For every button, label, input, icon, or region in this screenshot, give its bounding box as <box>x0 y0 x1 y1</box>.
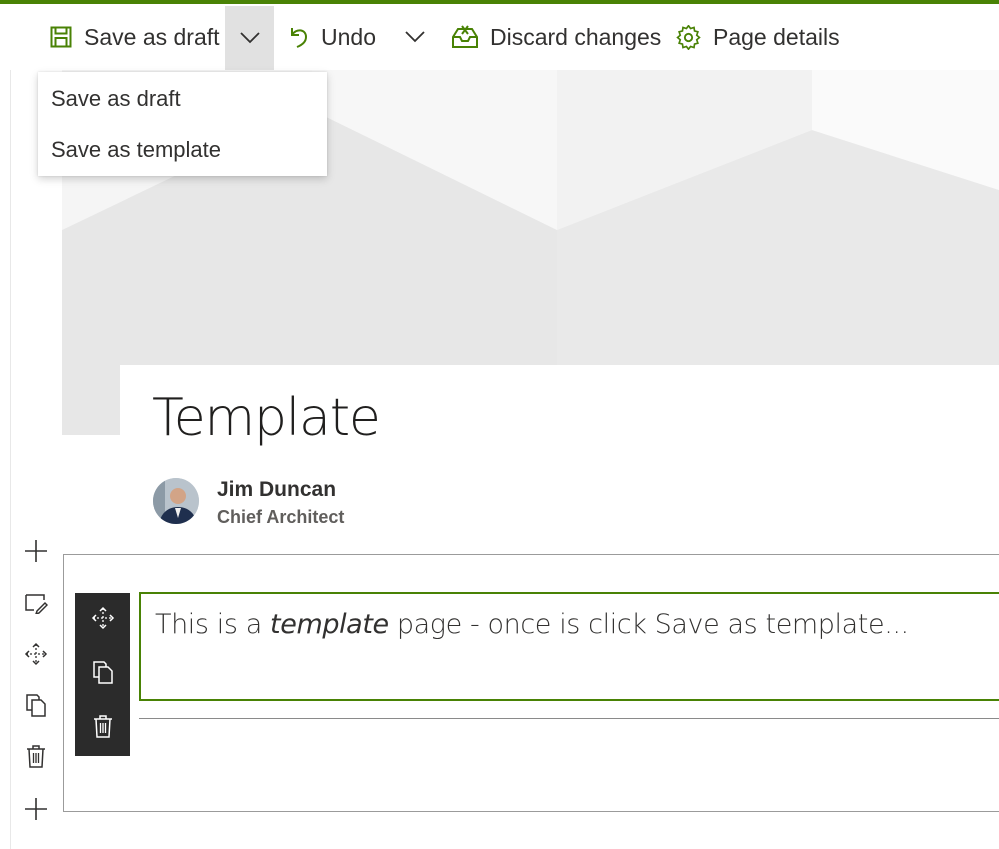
undo-label: Undo <box>321 23 376 50</box>
text-webpart-content[interactable]: This is a template page - once is click … <box>155 609 909 640</box>
discard-changes-label: Discard changes <box>490 23 662 50</box>
page-details-button[interactable]: Page details <box>676 8 840 66</box>
undo-icon <box>289 25 309 49</box>
text-part-emphasis: template <box>270 609 389 640</box>
duplicate-webpart-button[interactable] <box>75 647 130 701</box>
page-title[interactable]: Template <box>152 388 381 448</box>
discard-changes-button[interactable]: Discard changes <box>452 8 661 66</box>
discard-icon <box>452 25 478 49</box>
save-as-draft-button[interactable]: Save as draft <box>50 8 220 66</box>
duplicate-section-button[interactable] <box>16 687 56 727</box>
avatar <box>153 478 199 524</box>
delete-section-button[interactable] <box>16 738 56 778</box>
undo-button[interactable]: Undo <box>289 8 376 66</box>
add-section-button[interactable] <box>16 533 56 573</box>
chevron-down-icon <box>239 32 260 44</box>
page-details-label: Page details <box>713 23 840 50</box>
save-icon <box>50 26 72 48</box>
move-webpart-button[interactable] <box>75 593 130 647</box>
undo-dropdown-button[interactable] <box>395 8 435 66</box>
webpart-toolbar <box>75 593 130 756</box>
add-section-bottom-button[interactable] <box>16 791 56 831</box>
plus-icon <box>24 797 48 826</box>
move-icon <box>91 606 115 635</box>
edit-section-button[interactable] <box>16 585 56 625</box>
save-options-dropdown-button[interactable] <box>225 6 274 70</box>
plus-icon <box>24 539 48 568</box>
delete-webpart-button[interactable] <box>75 701 130 755</box>
trash-icon <box>92 714 114 743</box>
text-part-before: This is a <box>155 609 271 640</box>
rail-divider <box>10 70 11 849</box>
webpart-divider <box>139 718 999 719</box>
save-options-menu: Save as draft Save as template <box>38 72 327 176</box>
move-section-button[interactable] <box>16 636 56 676</box>
command-bar: Save as draft Undo Discard changes Page … <box>0 4 999 70</box>
duplicate-icon <box>92 660 114 689</box>
menu-item-save-as-draft[interactable]: Save as draft <box>51 86 181 112</box>
author-name[interactable]: Jim Duncan <box>217 478 336 502</box>
menu-item-save-as-template[interactable]: Save as template <box>51 137 221 163</box>
chevron-down-icon <box>405 31 425 43</box>
move-icon <box>24 642 48 671</box>
title-area-fill <box>62 435 120 555</box>
edit-icon <box>24 592 49 619</box>
author-role: Chief Architect <box>217 507 345 527</box>
trash-icon <box>25 744 47 773</box>
save-as-draft-label: Save as draft <box>84 23 220 50</box>
gear-icon <box>676 24 701 50</box>
duplicate-icon <box>25 693 47 722</box>
text-part-after: page - once is click Save as template... <box>388 609 909 640</box>
